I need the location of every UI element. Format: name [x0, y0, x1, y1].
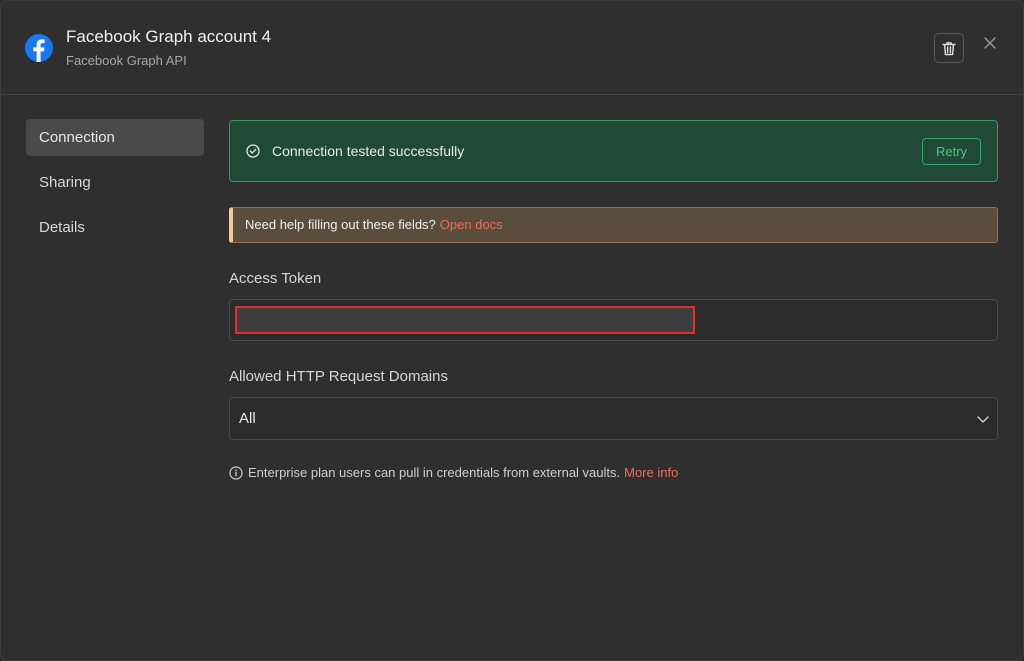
open-docs-link[interactable]: Open docs — [440, 217, 503, 232]
chevron-down-icon — [977, 416, 989, 423]
sidebar-item-connection[interactable]: Connection — [26, 119, 204, 156]
sidebar-item-details[interactable]: Details — [26, 209, 204, 246]
access-token-label: Access Token — [229, 270, 322, 287]
help-message: Need help filling out these fields? — [245, 217, 436, 232]
allowed-domains-select[interactable]: All — [229, 397, 998, 440]
trash-icon — [942, 41, 956, 55]
success-message: Connection tested successfully — [272, 143, 465, 159]
help-banner: Need help filling out these fields? Open … — [229, 207, 998, 243]
vault-info: Enterprise plan users can pull in creden… — [229, 465, 678, 480]
modal-header: Facebook Graph account 4 Facebook Graph … — [1, 1, 1023, 95]
vault-info-text: Enterprise plan users can pull in creden… — [248, 465, 621, 480]
modal-subtitle: Facebook Graph API — [66, 53, 187, 68]
close-icon — [984, 37, 996, 49]
more-info-link[interactable]: More info — [624, 465, 678, 480]
redacted-token-value — [235, 306, 695, 334]
selected-domain-option: All — [239, 410, 256, 427]
allowed-domains-label: Allowed HTTP Request Domains — [229, 368, 448, 385]
sidebar-item-sharing[interactable]: Sharing — [26, 164, 204, 201]
sidebar-nav: Connection Sharing Details — [26, 119, 204, 254]
delete-button[interactable] — [934, 33, 964, 63]
access-token-input[interactable] — [229, 299, 998, 341]
retry-button[interactable]: Retry — [922, 138, 981, 165]
check-circle-icon — [246, 144, 260, 158]
facebook-logo-icon — [25, 34, 53, 62]
close-button[interactable] — [981, 34, 999, 52]
info-icon — [229, 465, 243, 480]
credential-modal: Facebook Graph account 4 Facebook Graph … — [0, 0, 1024, 661]
success-banner: Connection tested successfully Retry — [229, 120, 998, 182]
help-text-line: Need help filling out these fields? Open … — [245, 217, 503, 232]
modal-title: Facebook Graph account 4 — [66, 27, 272, 46]
